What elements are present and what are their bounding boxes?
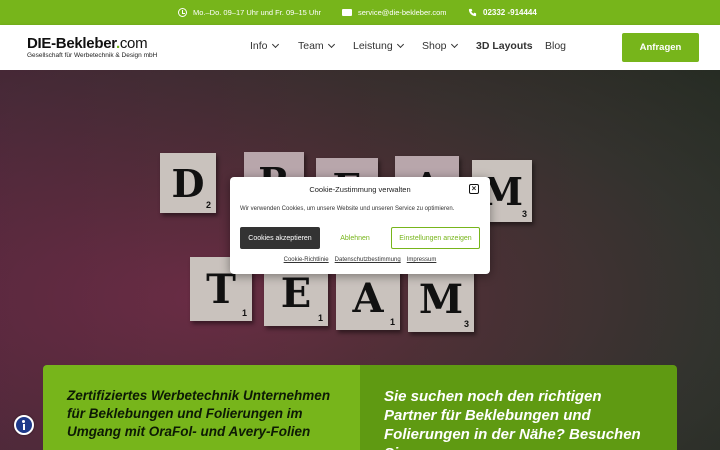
nav-item-shop[interactable]: Shop (422, 40, 458, 52)
logo-main-text: DIE-Bekleber (27, 35, 116, 52)
tile-letter: E (280, 269, 312, 317)
nav-label: Blog (545, 40, 567, 52)
letter-tile: A 1 (336, 266, 400, 330)
nav-label: 3D Layouts (476, 40, 533, 52)
accept-cookies-button[interactable]: Cookies akzeptieren (240, 227, 320, 249)
chevron-down-icon (271, 40, 279, 49)
tile-number: 1 (241, 308, 247, 318)
phone-icon (468, 8, 477, 17)
nav-item-team[interactable]: Team (298, 40, 335, 52)
accessibility-icon[interactable] (14, 415, 34, 435)
deny-cookies-button[interactable]: Ablehnen (330, 227, 380, 249)
opening-hours: Mo.–Do. 09–17 Uhr und Fr. 09–15 Uhr (178, 0, 321, 25)
logo-wordmark: DIE-Bekleber.com (27, 36, 157, 51)
chevron-down-icon (327, 40, 335, 49)
tile-number: 1 (317, 313, 323, 323)
tile-number: 3 (463, 319, 469, 329)
email-link[interactable]: service@die-bekleber.com (342, 0, 446, 25)
phone-link[interactable]: 02332 -914444 (468, 0, 537, 25)
logo-com-text: com (119, 35, 148, 52)
site-header: DIE-Bekleber.com Gesellschaft für Werbet… (0, 25, 720, 70)
tile-letter: A (352, 274, 384, 322)
close-icon[interactable]: × (469, 184, 479, 194)
cookie-links: Cookie-Richtlinie Datenschutzbestimmung … (230, 257, 490, 263)
nav-label: Info (250, 40, 268, 52)
nav-item-blog[interactable]: Blog (545, 40, 566, 52)
nav-label: Team (298, 40, 324, 52)
partner-info-text: Sie suchen noch den richtigen Partner fü… (384, 388, 641, 450)
imprint-link[interactable]: Impressum (407, 257, 437, 263)
chevron-down-icon (396, 40, 404, 49)
nav-label: Leistung (353, 40, 393, 52)
clock-icon (178, 8, 187, 17)
certified-info-text: Zertifiziertes Werbetechnik Unternehmen … (67, 388, 331, 439)
nav-label: Shop (422, 40, 447, 52)
site-logo[interactable]: DIE-Bekleber.com Gesellschaft für Werbet… (27, 36, 157, 59)
chevron-down-icon (450, 40, 458, 49)
opening-hours-text: Mo.–Do. 09–17 Uhr und Fr. 09–15 Uhr (193, 8, 321, 17)
tile-letter: M (418, 275, 464, 323)
cookie-consent-dialog: Cookie-Zustimmung verwalten × Wir verwen… (230, 177, 490, 274)
logo-subtitle: Gesellschaft für Werbetechnik & Design m… (27, 52, 158, 59)
tile-number: 1 (389, 317, 395, 327)
tile-number: 3 (521, 209, 527, 219)
letter-tile: D 2 (160, 153, 216, 213)
email-text[interactable]: service@die-bekleber.com (358, 8, 446, 17)
nav-item-leistung[interactable]: Leistung (353, 40, 404, 52)
tile-number: 2 (205, 200, 211, 210)
phone-text[interactable]: 02332 -914444 (483, 8, 537, 17)
inquiry-button[interactable]: Anfragen (622, 33, 699, 62)
nav-item-info[interactable]: Info (250, 40, 279, 52)
letter-tile: M 3 (408, 266, 474, 332)
nav-item-3d-layouts[interactable]: 3D Layouts (476, 40, 533, 52)
cookie-dialog-text: Wir verwenden Cookies, um unsere Website… (240, 206, 455, 212)
envelope-icon (342, 9, 352, 16)
cookie-settings-button[interactable]: Einstellungen anzeigen (391, 227, 480, 249)
cookie-dialog-title: Cookie-Zustimmung verwalten (309, 185, 411, 194)
certified-info-box: Zertifiziertes Werbetechnik Unternehmen … (43, 365, 360, 450)
tile-letter: D (171, 160, 205, 206)
privacy-policy-link[interactable]: Datenschutzbestimmung (335, 257, 401, 263)
partner-info-box: Sie suchen noch den richtigen Partner fü… (360, 365, 677, 450)
top-info-bar: Mo.–Do. 09–17 Uhr und Fr. 09–15 Uhr serv… (0, 0, 720, 25)
cookie-policy-link[interactable]: Cookie-Richtlinie (284, 257, 329, 263)
